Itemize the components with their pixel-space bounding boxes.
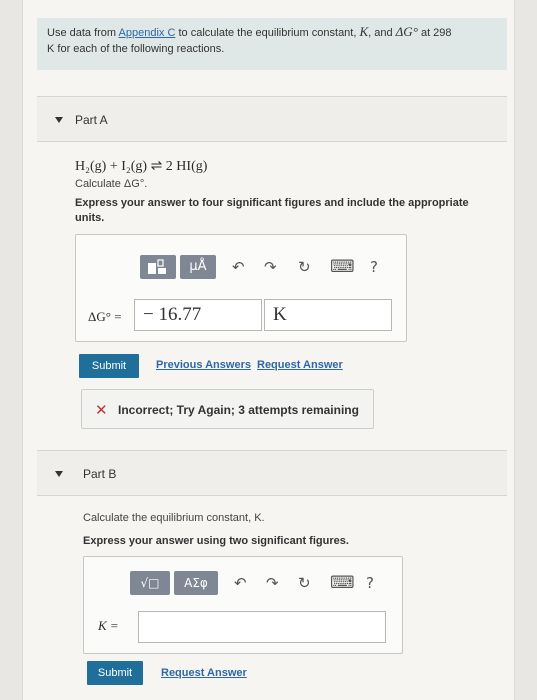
part-a-question: Calculate ΔG°. [75,178,148,190]
help-icon[interactable]: ? [366,573,374,593]
part-a-instruction: Express your answer to four significant … [75,197,469,224]
redo-icon[interactable]: ↷ [266,573,279,593]
feedback-text: Incorrect; Try Again; 3 attempts remaini… [118,403,359,417]
undo-icon[interactable]: ↶ [234,573,247,593]
part-b-instruction: Express your answer using two significan… [83,535,349,547]
template-icon [148,259,166,274]
k-value-input[interactable] [138,611,386,643]
k-label: K = [98,618,119,633]
reset-icon[interactable]: ↻ [298,573,311,593]
delta-g-symbol: ΔG° [395,24,418,39]
caret-down-icon [55,471,63,477]
part-b-header[interactable]: Part B [37,450,507,496]
reaction-equation: H₂(g) + I₂(g) ⇌ 2 HI(g) [75,159,208,174]
incorrect-feedback: ✕ Incorrect; Try Again; 3 attempts remai… [81,389,374,429]
template-button[interactable] [140,255,176,279]
help-icon[interactable]: ? [370,257,378,277]
part-b-label: Part B [83,467,117,481]
part-b-request-answer-link[interactable]: Request Answer [161,667,247,679]
part-b-answer-box: √□ ΑΣφ ↶ ↷ ↻ ⌨ ? K = [83,556,403,654]
part-a-submit-button[interactable]: Submit [79,354,139,378]
part-a-request-answer-link[interactable]: Request Answer [257,359,343,371]
delta-g-value-input[interactable]: − 16.77 [134,299,262,331]
redo-icon[interactable]: ↷ [264,257,277,277]
error-x-icon: ✕ [95,401,108,419]
units-button[interactable]: μÅ [180,255,216,279]
undo-icon[interactable]: ↶ [232,257,245,277]
greek-button[interactable]: ΑΣφ [174,571,218,595]
keyboard-icon[interactable]: ⌨ [330,257,355,277]
problem-page: Use data from Appendix C to calculate th… [22,0,515,700]
keyboard-icon[interactable]: ⌨ [330,573,355,593]
sqrt-template-icon: √□ [140,576,160,590]
k-symbol: K [359,24,369,39]
intro-text: K for each of the following reactions. [47,43,225,55]
part-b-question: Calculate the equilibrium constant, K. [83,512,265,524]
intro-text: at 298 [417,27,452,39]
delta-g-units-input[interactable]: K [264,299,392,331]
intro-text: Use data from [47,27,119,39]
part-a-label: Part A [75,113,108,127]
delta-g-label: ΔG° = [88,309,122,324]
part-a-answer-box: μÅ ↶ ↷ ↻ ⌨ ? ΔG° = − 16.77 K [75,234,407,342]
problem-intro: Use data from Appendix C to calculate th… [37,18,507,70]
reset-icon[interactable]: ↻ [298,257,311,277]
part-a-header[interactable]: Part A [37,96,507,142]
caret-down-icon [55,117,63,123]
appendix-link[interactable]: Appendix C [119,27,176,39]
part-b-submit-button[interactable]: Submit [87,661,143,685]
math-toolbar: μÅ ↶ ↷ ↻ ⌨ ? [140,255,400,281]
math-toolbar: √□ ΑΣφ ↶ ↷ ↻ ⌨ ? [130,571,392,597]
previous-answers-link[interactable]: Previous Answers [156,359,251,371]
template-sqrt-button[interactable]: √□ [130,571,170,595]
intro-text: , and [368,27,396,39]
intro-text: to calculate the equilibrium constant, [175,27,360,39]
